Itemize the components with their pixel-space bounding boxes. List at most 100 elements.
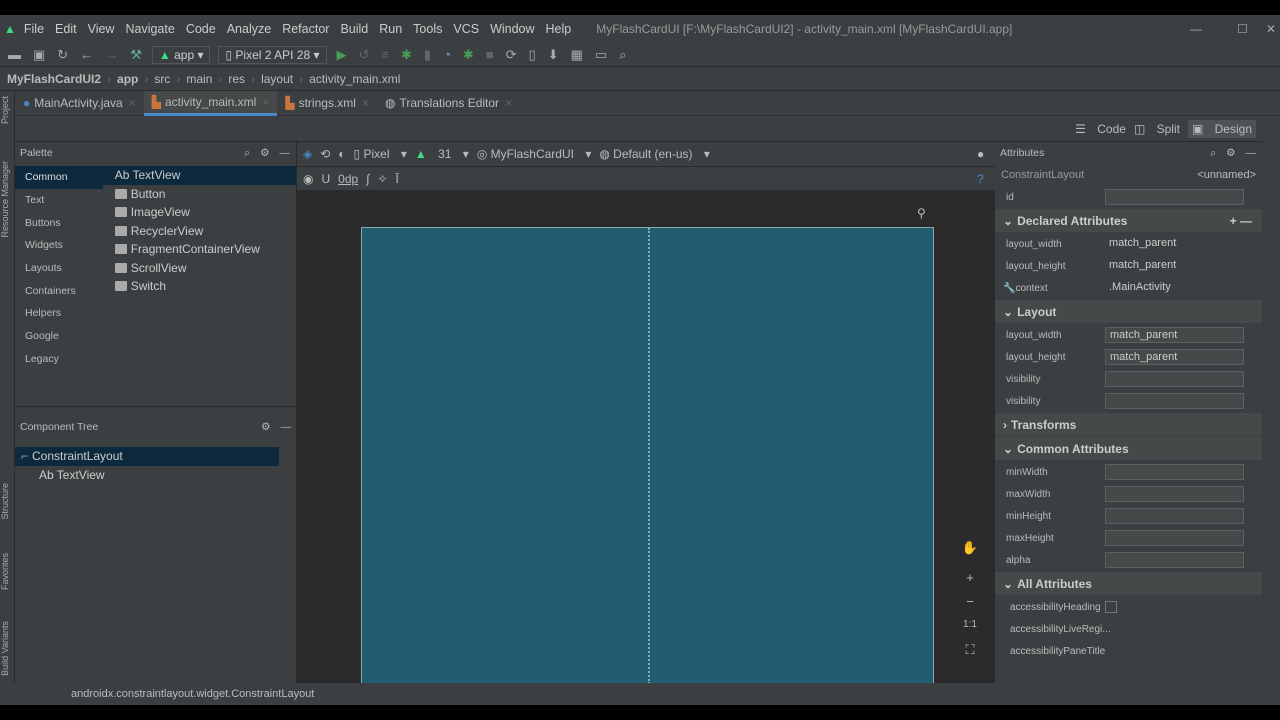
api-select[interactable]: ▲ 31 ▾	[415, 147, 469, 161]
infer-constraints-icon[interactable]: ✧	[377, 172, 387, 186]
category-text[interactable]: Text	[15, 189, 103, 212]
forward-icon[interactable]: →	[105, 47, 118, 62]
mode-code-button[interactable]: ☰ Code	[1075, 122, 1126, 136]
menu-code[interactable]: Code	[186, 22, 216, 36]
attr-value[interactable]: match_parent	[1105, 258, 1244, 274]
palette-item-fragmentcontainerview[interactable]: FragmentContainerView	[103, 240, 296, 259]
favorites-tool-tab[interactable]: Favorites	[0, 553, 15, 590]
gradle-sync-icon[interactable]: ⟳	[506, 47, 517, 63]
attach-debugger-icon[interactable]: ✱	[463, 47, 474, 63]
autoconnect-magnet-icon[interactable]: U	[321, 172, 330, 186]
pin-icon[interactable]: ⚲	[917, 206, 926, 220]
run-icon[interactable]: ▶	[337, 47, 347, 63]
palette-item-switch[interactable]: Switch	[103, 277, 296, 296]
close-button[interactable]: ✕	[1266, 22, 1276, 36]
attr-input[interactable]	[1105, 508, 1244, 524]
run-config-select[interactable]: ▲ app ▾	[151, 45, 211, 64]
zoom-in-button[interactable]: +	[959, 570, 981, 585]
night-mode-icon[interactable]: ◐	[338, 147, 345, 161]
gear-icon[interactable]: ⚙	[1226, 147, 1235, 159]
category-legacy[interactable]: Legacy	[15, 348, 103, 371]
minimize-icon[interactable]: —	[1246, 147, 1257, 159]
category-buttons[interactable]: Buttons	[15, 211, 103, 234]
attr-value[interactable]: match_parent	[1105, 236, 1244, 252]
menu-edit[interactable]: Edit	[55, 22, 77, 36]
close-tab-icon[interactable]: ×	[505, 96, 512, 110]
checkbox[interactable]	[1105, 601, 1117, 613]
menu-build[interactable]: Build	[340, 22, 368, 36]
device-select[interactable]: ▯ Pixel ▾	[354, 147, 407, 161]
help-icon[interactable]: ?	[977, 172, 984, 186]
minimize-button[interactable]: —	[1190, 22, 1202, 36]
palette-item-textview[interactable]: Ab TextView	[102, 166, 296, 185]
attr-input[interactable]	[1105, 530, 1244, 546]
menu-navigate[interactable]: Navigate	[125, 22, 174, 36]
attr-dropdown[interactable]	[1105, 393, 1244, 409]
profiler-icon[interactable]: ◔	[443, 47, 451, 62]
project-tool-tab[interactable]: Project	[0, 96, 15, 124]
palette-item-recyclerview[interactable]: RecyclerView	[103, 222, 296, 241]
category-containers[interactable]: Containers	[15, 279, 103, 302]
device-screen-preview[interactable]	[361, 227, 934, 687]
crumb-module[interactable]: app	[117, 72, 138, 86]
theme-select[interactable]: ◎ MyFlashCardUI ▾	[477, 147, 592, 161]
section-transforms[interactable]: › Transforms	[995, 413, 1262, 436]
crumb-main[interactable]: main	[186, 72, 212, 86]
avd-manager-icon[interactable]: ▯	[529, 47, 536, 63]
structure-tool-tab[interactable]: Structure	[0, 483, 15, 520]
default-margin-field[interactable]: 0dp	[338, 172, 358, 186]
mode-split-button[interactable]: ◫ Split	[1134, 122, 1180, 136]
menu-tools[interactable]: Tools	[413, 22, 442, 36]
stop-icon[interactable]: ■	[486, 47, 494, 62]
section-declared[interactable]: ⌄ Declared Attributes + —	[995, 209, 1262, 232]
menu-analyze[interactable]: Analyze	[227, 22, 271, 36]
save-icon[interactable]: ▣	[33, 47, 45, 63]
close-tab-icon[interactable]: ×	[262, 95, 269, 109]
menu-file[interactable]: File	[24, 22, 44, 36]
attr-input[interactable]	[1105, 464, 1244, 480]
crumb-layout[interactable]: layout	[261, 72, 293, 86]
guidelines-icon[interactable]: Ī	[396, 172, 399, 186]
attr-dropdown[interactable]	[1105, 371, 1244, 387]
zoom-out-button[interactable]: −	[959, 594, 981, 609]
add-attribute-icon[interactable]: + —	[1230, 214, 1252, 228]
crumb-res[interactable]: res	[228, 72, 245, 86]
menu-refactor[interactable]: Refactor	[282, 22, 329, 36]
debug-icon[interactable]: ✱	[401, 47, 412, 63]
build-hammer-icon[interactable]: ⚒	[130, 47, 142, 63]
category-common[interactable]: Common	[15, 166, 103, 189]
menu-run[interactable]: Run	[379, 22, 402, 36]
tab-activity-main[interactable]: ▙ activity_main.xml ×	[143, 90, 278, 116]
palette-item-button[interactable]: Button	[103, 185, 296, 204]
resource-manager-tool-tab[interactable]: Resource Manager	[0, 161, 15, 238]
apply-changes-icon[interactable]: ↺	[359, 47, 370, 63]
project-structure-icon[interactable]: ▦	[571, 47, 583, 63]
maximize-button[interactable]: ☐	[1237, 22, 1248, 36]
apply-code-changes-icon[interactable]: ≡	[381, 47, 389, 62]
menu-window[interactable]: Window	[490, 22, 534, 36]
clear-constraints-icon[interactable]: ∫	[366, 172, 369, 186]
locale-select[interactable]: ◍ Default (en-us) ▾	[599, 147, 710, 161]
minimize-icon[interactable]: —	[280, 147, 291, 159]
minimize-icon[interactable]: —	[281, 421, 292, 433]
attr-dropdown[interactable]: match_parent	[1105, 327, 1244, 343]
crumb-src[interactable]: src	[154, 72, 170, 86]
menu-vcs[interactable]: VCS	[453, 22, 479, 36]
tree-node-constraintlayout[interactable]: ⌐ ConstraintLayout	[15, 447, 279, 466]
gear-icon[interactable]: ⚙	[260, 147, 269, 159]
open-icon[interactable]: ▬	[8, 47, 21, 62]
close-tab-icon[interactable]: ×	[362, 96, 369, 110]
zoom-actual-size-button[interactable]: 1:1	[959, 619, 981, 630]
tab-mainactivity[interactable]: ● MainActivity.java ×	[15, 91, 144, 116]
attr-input[interactable]	[1105, 552, 1244, 568]
search-everywhere-icon[interactable]: ⌕	[619, 47, 626, 63]
category-widgets[interactable]: Widgets	[15, 234, 103, 257]
gear-icon[interactable]: ⚙	[261, 421, 270, 433]
view-options-icon[interactable]: ◉	[303, 172, 313, 186]
tab-translations[interactable]: ◍ Translations Editor ×	[377, 91, 520, 116]
section-layout[interactable]: ⌄ Layout	[995, 300, 1262, 323]
layout-inspector-icon[interactable]: ▭	[595, 47, 607, 63]
design-mode-icon[interactable]: ◈	[303, 147, 312, 161]
menu-view[interactable]: View	[88, 22, 115, 36]
section-all[interactable]: ⌄ All Attributes	[995, 572, 1262, 595]
